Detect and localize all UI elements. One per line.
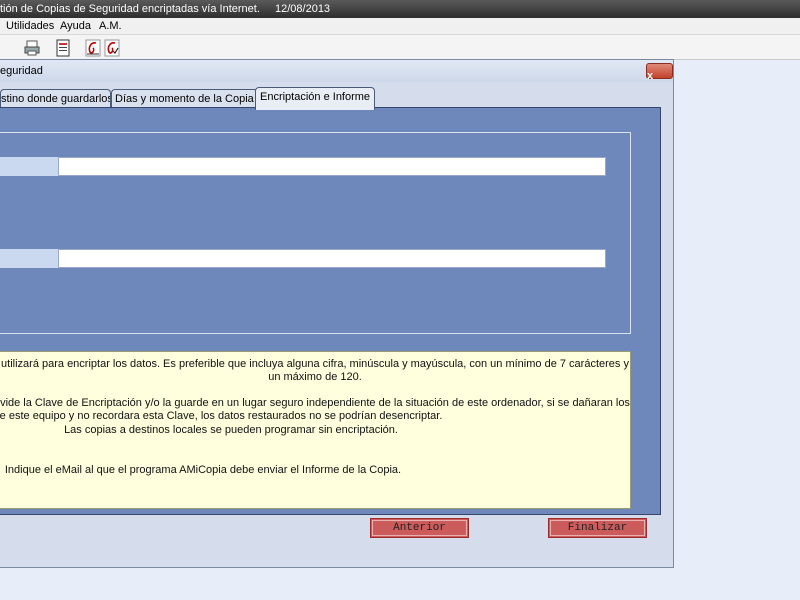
info-box: utilizará para encriptar los datos. Es p… (0, 351, 631, 509)
dialog-title: eguridad (0, 65, 43, 77)
dialog-title-bar: eguridad x (0, 60, 673, 82)
menu-am[interactable]: A.M. (99, 20, 122, 32)
window-title: tión de Copias de Seguridad encriptadas … (0, 3, 260, 15)
encryption-key-field[interactable] (58, 157, 606, 176)
tab-destino[interactable]: stino donde guardarlos (0, 89, 111, 109)
toolbar (0, 35, 800, 60)
tab-dias-momento[interactable]: Días y momento de la Copia (111, 89, 258, 109)
previous-button[interactable]: Anterior (370, 518, 469, 538)
menu-utilidades[interactable]: Utilidades (6, 20, 54, 32)
close-icon: x (647, 70, 654, 82)
backup-dialog: eguridad x stino donde guardarlos Días y… (0, 59, 674, 568)
report-icon[interactable] (52, 37, 74, 59)
info-line: Las copias a destinos locales se pueden … (64, 424, 398, 436)
tab-encriptacion-label: Encriptación e Informe (260, 91, 371, 103)
finish-button[interactable]: Finalizar (548, 518, 647, 538)
printer-icon[interactable] (21, 37, 43, 59)
window-date: 12/08/2013 (275, 3, 331, 15)
info-line: datos de este equipo y no recordara esta… (0, 410, 443, 422)
menu-ayuda[interactable]: Ayuda (60, 20, 91, 32)
signature-check-icon[interactable] (101, 37, 123, 59)
tab-dias-label: Días y momento de la Copia (115, 93, 254, 105)
menu-bar: Utilidades Ayuda A.M. (0, 18, 800, 35)
tab-destino-label: stino donde guardarlos (1, 93, 111, 105)
tab-strip: stino donde guardarlos Días y momento de… (0, 87, 673, 110)
encryption-key-label (0, 157, 58, 176)
info-line: un máximo de 120. (268, 371, 362, 383)
settings-group (0, 132, 631, 334)
window-title-bar: tión de Copias de Seguridad encriptadas … (0, 0, 800, 18)
info-line: utilizará para encriptar los datos. Es p… (1, 358, 629, 370)
email-field[interactable] (58, 249, 606, 268)
email-label (0, 249, 58, 268)
info-line: vide la Clave de Encriptación y/o la gua… (0, 397, 630, 409)
info-line: Indique el eMail al que el programa AMiC… (4, 464, 402, 476)
close-button[interactable]: x (646, 63, 673, 82)
tab-encriptacion-informe[interactable]: Encriptación e Informe (255, 87, 375, 110)
